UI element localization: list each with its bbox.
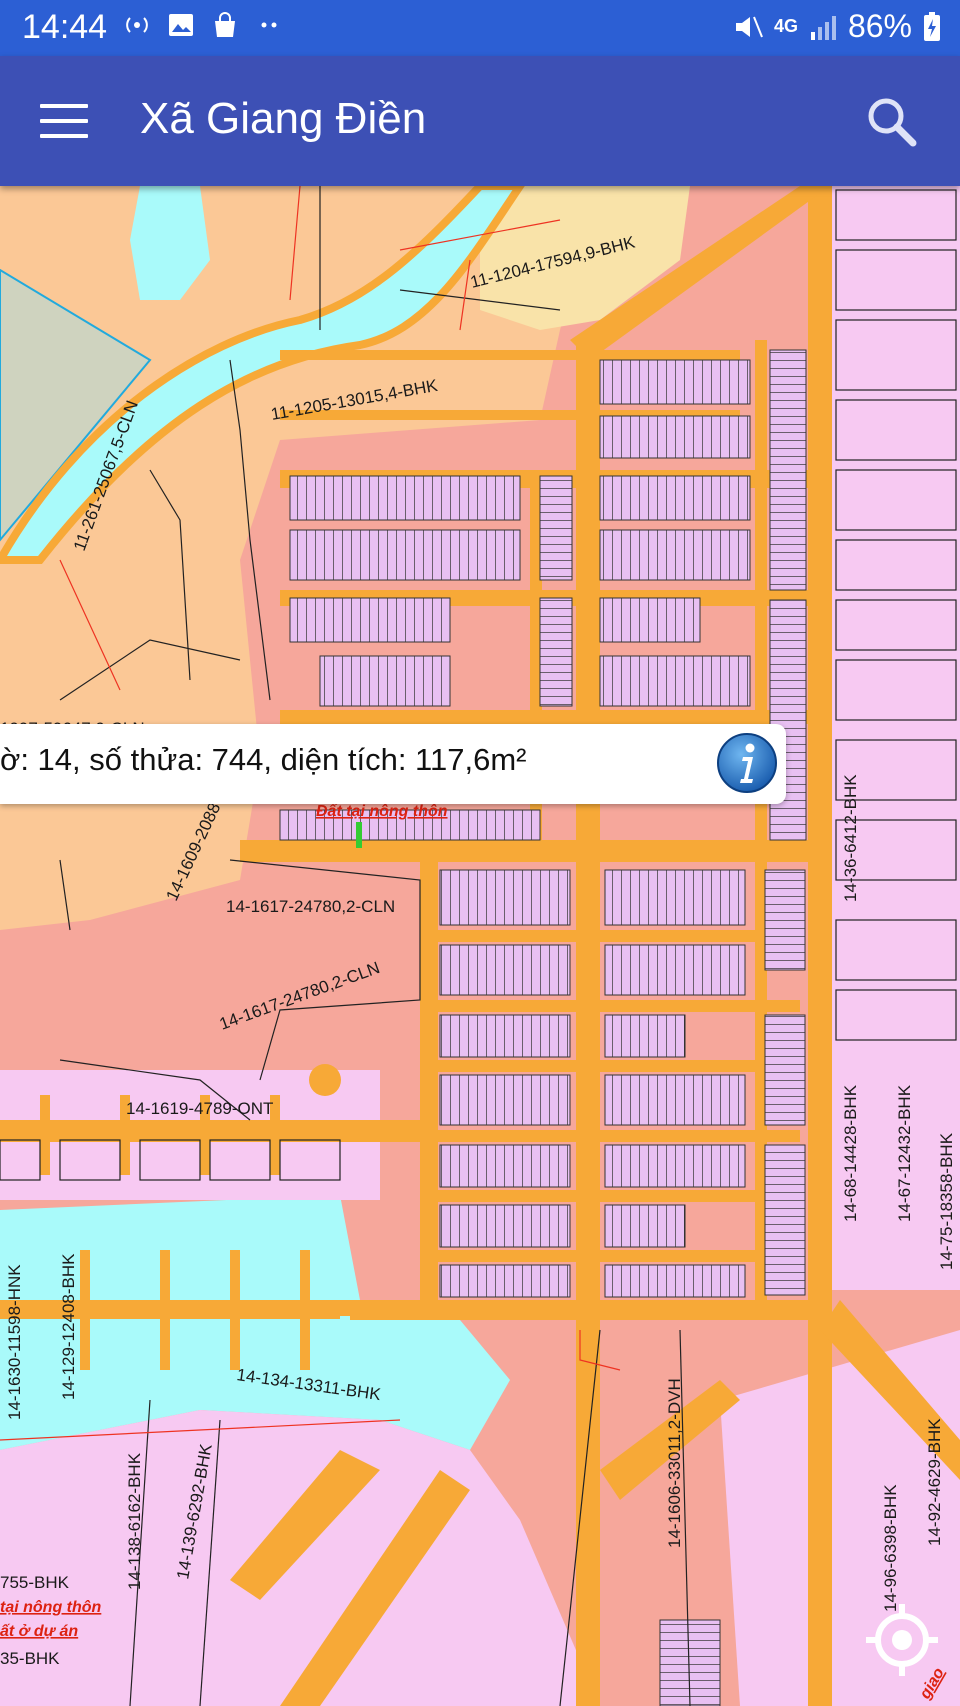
- selected-parcel-marker: [356, 822, 362, 848]
- battery-level: 86%: [847, 8, 912, 44]
- parcel-label: 14-1630-11598-HNK: [5, 1264, 24, 1420]
- parcel-label: 14-96-6398-BHK: [881, 1484, 900, 1612]
- status-bar: 14:44 4G 86%: [0, 0, 960, 56]
- parcel-label: 14-75-18358-BHK: [937, 1132, 956, 1270]
- parcel-info-bar[interactable]: ờ: 14, số thửa: 744, diện tích: 117,6m²: [0, 724, 786, 804]
- info-icon[interactable]: [716, 732, 778, 794]
- parcel-label: 14-67-12432-BHK: [895, 1084, 914, 1222]
- parcel-label: 14-36-6412-BHK: [841, 774, 860, 902]
- parcel-label: 35-BHK: [0, 1649, 60, 1668]
- my-location-icon[interactable]: [862, 1600, 942, 1680]
- shopping-bag-icon: [215, 12, 235, 37]
- wifi-hotspot-icon: [126, 17, 148, 33]
- parcel-label: 14-1617-24780,2-CLN: [226, 897, 395, 916]
- parcel-label: 14-1619-4789-ONT: [126, 1099, 273, 1118]
- parcel-label: 14-92-4629-BHK: [925, 1418, 944, 1546]
- parcel-label: 755-BHK: [0, 1573, 70, 1592]
- page-title: Xã Giang Điền: [140, 94, 427, 143]
- battery-charging-icon: [924, 11, 940, 41]
- more-dots-icon: [261, 22, 277, 28]
- parcel-label: 14-138-6162-BHK: [125, 1452, 144, 1590]
- signal-icon: [810, 15, 836, 40]
- zone-label: ất ở dự án: [0, 1623, 78, 1640]
- zone-label: Đất tại nông thôn: [316, 803, 448, 820]
- image-icon: [169, 14, 193, 36]
- parcel-label: 14-1606-33011,2-DVH: [665, 1378, 684, 1548]
- cadastral-map[interactable]: 11-1204-17594,9-BHK 11-1205-13015,4-BHK …: [0, 186, 960, 1706]
- parcel-label: 14-129-12408-BHK: [59, 1253, 78, 1400]
- zone-label: tại nông thôn: [0, 1599, 102, 1616]
- app-bar: Xã Giang Điền: [0, 56, 960, 186]
- network-type: 4G: [773, 16, 798, 36]
- status-time: 14:44: [22, 8, 108, 46]
- parcel-label: 14-68-14428-BHK: [841, 1084, 860, 1222]
- mute-icon: [735, 16, 763, 37]
- hamburger-menu-icon[interactable]: [40, 104, 88, 140]
- search-icon[interactable]: [864, 94, 920, 150]
- parcel-info-text: ờ: 14, số thửa: 744, diện tích: 117,6m²: [0, 742, 527, 777]
